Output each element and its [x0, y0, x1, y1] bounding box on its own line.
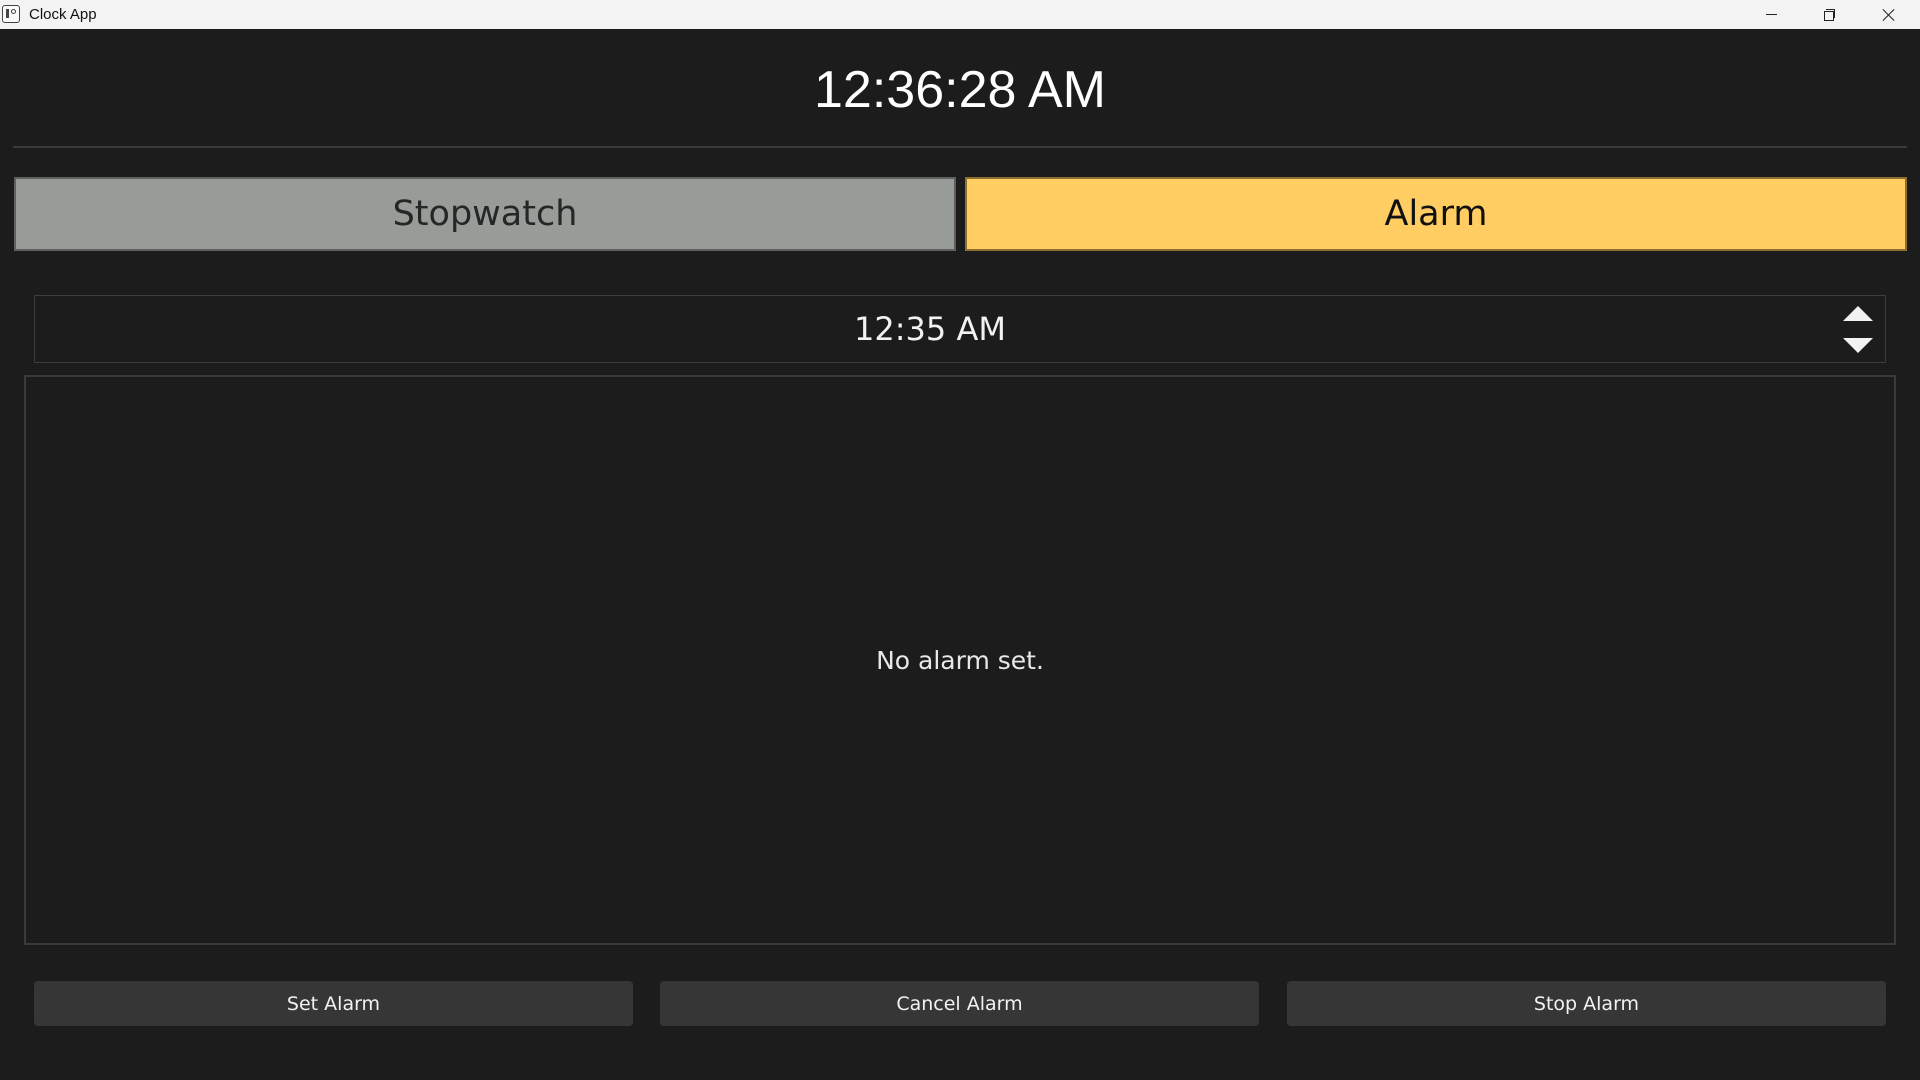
- title-bar[interactable]: Clock App: [0, 0, 1920, 29]
- tab-stopwatch[interactable]: Stopwatch: [14, 177, 956, 251]
- alarm-time-input[interactable]: 12:35 AM: [34, 295, 1886, 363]
- alarm-status-text: No alarm set.: [876, 645, 1044, 675]
- set-alarm-button[interactable]: Set Alarm: [34, 981, 633, 1026]
- arrow-up-icon: [1843, 305, 1873, 321]
- close-button[interactable]: [1859, 0, 1917, 29]
- time-increment-button[interactable]: [1833, 298, 1883, 328]
- arrow-down-icon: [1843, 337, 1873, 353]
- restore-button[interactable]: [1800, 0, 1858, 29]
- window-title: Clock App: [29, 6, 97, 23]
- clock-app-icon: [2, 5, 20, 23]
- time-decrement-button[interactable]: [1833, 330, 1883, 360]
- minimize-button[interactable]: [1742, 0, 1800, 29]
- cancel-alarm-button[interactable]: Cancel Alarm: [660, 981, 1259, 1026]
- clock-app-window: Clock App 12:36:28 AM Stopwatch Alarm 12…: [0, 0, 1920, 1080]
- header-divider: [13, 146, 1907, 148]
- close-icon: [1882, 8, 1895, 21]
- stop-alarm-button[interactable]: Stop Alarm: [1287, 981, 1886, 1026]
- alarm-status-panel: No alarm set.: [24, 375, 1896, 945]
- alarm-time-value[interactable]: 12:35 AM: [35, 296, 1825, 362]
- current-time-display: 12:36:28 AM: [814, 61, 1106, 119]
- restore-icon: [1823, 9, 1835, 21]
- minimize-icon: [1765, 14, 1777, 15]
- tab-alarm[interactable]: Alarm: [965, 177, 1907, 251]
